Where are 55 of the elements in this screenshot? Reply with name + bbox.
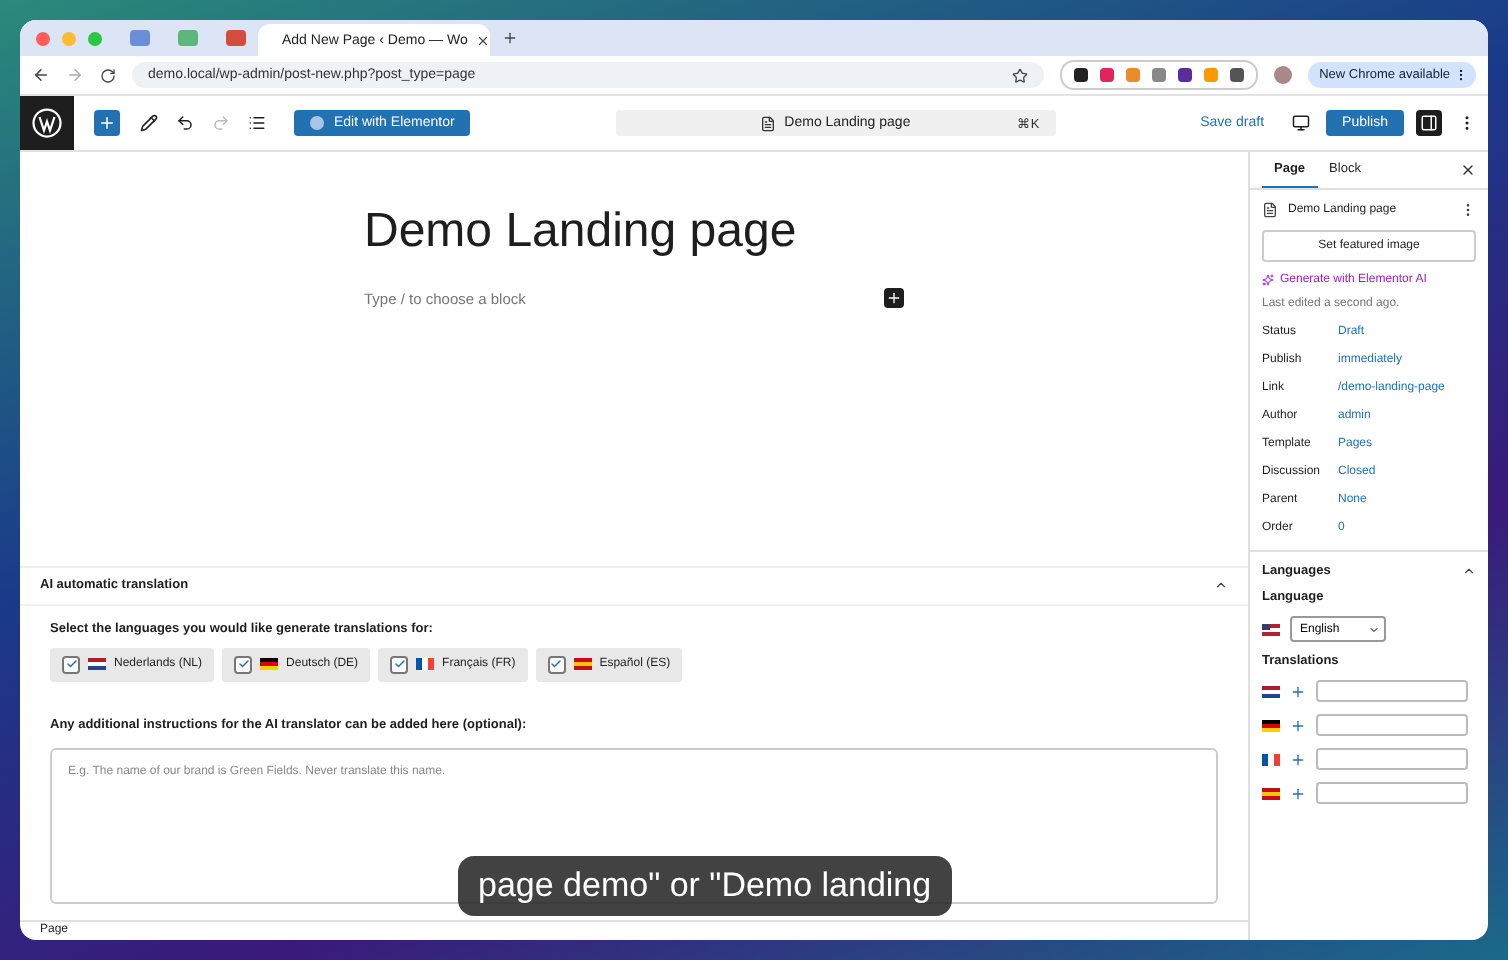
translation-field[interactable]	[1316, 680, 1468, 702]
flag-icon	[1262, 753, 1280, 765]
translation-field[interactable]	[1316, 782, 1468, 804]
add-block-button[interactable]	[884, 288, 904, 308]
chevron-icon[interactable]	[1214, 578, 1228, 593]
zoom-dot[interactable]	[88, 31, 102, 45]
add-translation-icon[interactable]	[1290, 683, 1306, 699]
translation-field[interactable]	[1316, 714, 1468, 736]
check-icon	[65, 658, 77, 671]
star-icon[interactable]	[1011, 67, 1028, 83]
sparkle-icon	[1262, 274, 1274, 286]
check-icon	[550, 658, 563, 671]
wordpress-logo[interactable]	[20, 96, 74, 150]
sidebar-toggle-button[interactable]	[1416, 110, 1442, 136]
plus-icon	[886, 290, 902, 306]
checkbox[interactable]	[390, 655, 409, 674]
checkbox[interactable]	[234, 655, 253, 674]
flag-icon	[573, 658, 592, 671]
flag-icon	[88, 658, 106, 671]
flag-icon	[1262, 685, 1280, 697]
video-subtitle: page demo" or "Demo landing	[458, 856, 952, 916]
add-translation-icon[interactable]	[1290, 751, 1306, 767]
minimize-dot[interactable]	[62, 31, 76, 45]
panel-icon	[1420, 114, 1438, 132]
list-view-icon[interactable]	[248, 114, 266, 132]
flag-icon	[260, 658, 279, 671]
extensions-bar[interactable]	[1059, 60, 1258, 90]
new-tab-icon[interactable]	[502, 30, 518, 46]
page-title[interactable]: Demo Landing page	[364, 204, 904, 260]
close-icon[interactable]	[1460, 162, 1476, 178]
preview-icon[interactable]	[1292, 114, 1311, 132]
close-icon[interactable]	[475, 33, 490, 47]
plus-icon	[98, 114, 116, 132]
flag-icon	[1262, 787, 1280, 799]
close-dot[interactable]	[36, 31, 50, 45]
back-icon[interactable]	[32, 66, 50, 84]
flag-icon	[1262, 719, 1280, 731]
undo-icon[interactable]	[176, 114, 194, 132]
page-icon	[1262, 202, 1278, 218]
check-icon	[237, 658, 250, 671]
pencil-icon[interactable]	[140, 114, 158, 132]
checkbox[interactable]	[547, 655, 566, 674]
page-icon	[760, 115, 777, 131]
profile-avatar[interactable]	[1273, 66, 1292, 84]
add-translation-icon[interactable]	[1290, 717, 1306, 733]
translation-field[interactable]	[1316, 748, 1468, 770]
check-icon	[393, 658, 406, 671]
add-translation-icon[interactable]	[1290, 785, 1306, 801]
checkbox[interactable]	[62, 655, 80, 674]
flag-icon	[416, 658, 435, 671]
flag-icon	[1262, 623, 1280, 635]
more-icon	[1454, 68, 1468, 82]
chevron-icon[interactable]	[1462, 564, 1476, 578]
chevron-icon	[1368, 623, 1380, 635]
reload-icon[interactable]	[100, 67, 116, 83]
